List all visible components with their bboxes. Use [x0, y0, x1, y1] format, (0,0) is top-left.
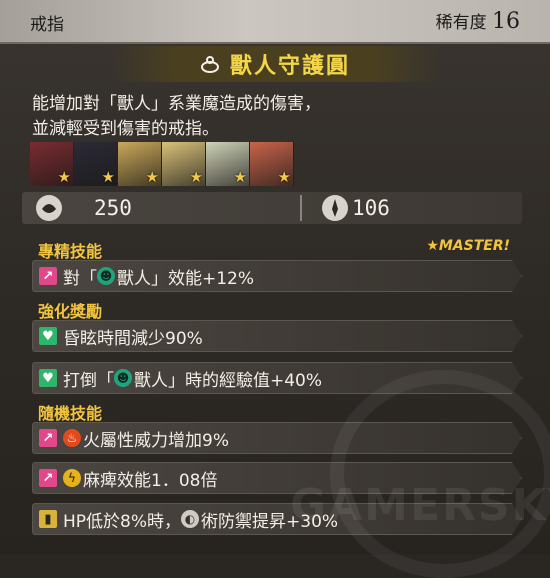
watermark-logo — [330, 370, 550, 578]
skill-text-prefix: 對「 — [63, 268, 97, 289]
item-name-banner: 獸人守護圓 — [110, 46, 440, 82]
portrait-5: ★ — [206, 142, 250, 186]
skill-text: 麻痺效能1．08倍 — [83, 470, 218, 491]
star-icon: ★ — [101, 168, 115, 186]
star-icon: ★ — [57, 168, 71, 186]
star-icon: ★ — [277, 168, 291, 186]
defense-value: 250 — [94, 196, 132, 220]
beast-icon: ☻ — [114, 369, 132, 387]
stats-divider — [300, 195, 302, 221]
portrait-6: ★ — [250, 142, 294, 186]
item-name: 獸人守護圓 — [229, 54, 350, 79]
skill-text: 火屬性威力增加9% — [83, 430, 229, 451]
rarity-label: 稀有度 — [435, 13, 487, 33]
sword-tag-icon: ↗ — [39, 429, 57, 447]
defense-small-icon: ◐ — [181, 510, 199, 528]
beast-icon: ☻ — [97, 267, 115, 285]
item-description: 能增加對「獸人」系業魔造成的傷害， 並減輕受到傷害的戒指。 — [32, 92, 321, 142]
heart-tag-icon: ♥ — [39, 369, 57, 387]
description-line-2: 並減輕受到傷害的戒指。 — [32, 119, 219, 139]
skill-row-bonus-1[interactable]: ♥ 昏眩時間減少90% — [32, 320, 522, 352]
description-line-1: 能增加對「獸人」系業魔造成的傷害， — [32, 94, 321, 114]
sword-tag-icon: ↗ — [39, 267, 57, 285]
watermark-text: GAMERSKY — [290, 480, 550, 531]
master-badge: ★MASTER! — [426, 238, 510, 254]
item-detail-panel: 戒指 稀有度 16 獸人守護圓 能增加對「獸人」系業魔造成的傷害， 並減輕受到傷… — [0, 0, 550, 578]
skill-row-mastery[interactable]: ↗ 對「 ☻ 獸人」效能+12% — [32, 260, 522, 292]
item-category: 戒指 — [30, 15, 64, 35]
portrait-1: ★ — [30, 142, 74, 186]
star-icon: ★ — [233, 168, 247, 186]
star-icon: ★ — [145, 168, 159, 186]
skill-text-prefix: HP低於8%時， — [63, 511, 182, 532]
character-portraits: ★ ★ ★ ★ ★ ★ — [30, 142, 294, 186]
star-icon: ★ — [189, 168, 203, 186]
attack-value: 106 — [352, 196, 390, 220]
ring-icon — [200, 56, 219, 73]
bonus-section-title: 強化獎勵 — [38, 302, 103, 321]
skill-text-suffix: 獸人」時的經驗值+40% — [134, 370, 323, 391]
portrait-3: ★ — [118, 142, 162, 186]
attack-icon — [322, 195, 348, 221]
portrait-4: ★ — [162, 142, 206, 186]
random-section-title: 隨機技能 — [38, 404, 103, 423]
fire-icon: ♨ — [63, 429, 81, 447]
defense-icon — [36, 195, 62, 221]
stats-bar: 250 106 — [22, 192, 522, 224]
skill-text-suffix: 獸人」效能+12% — [117, 268, 255, 289]
lightning-icon: ϟ — [63, 469, 81, 487]
shield-tag-icon: ▮ — [39, 510, 57, 528]
header-bar: 戒指 稀有度 16 — [0, 0, 550, 44]
portrait-2: ★ — [74, 142, 118, 186]
skill-text: 昏眩時間減少90% — [63, 328, 203, 349]
rarity: 稀有度 16 — [436, 8, 520, 34]
sword-tag-icon: ↗ — [39, 469, 57, 487]
skill-text-prefix: 打倒「 — [63, 370, 114, 391]
mastery-section-title: 專精技能 — [38, 242, 103, 261]
heart-tag-icon: ♥ — [39, 327, 57, 345]
rarity-value: 16 — [492, 9, 520, 34]
